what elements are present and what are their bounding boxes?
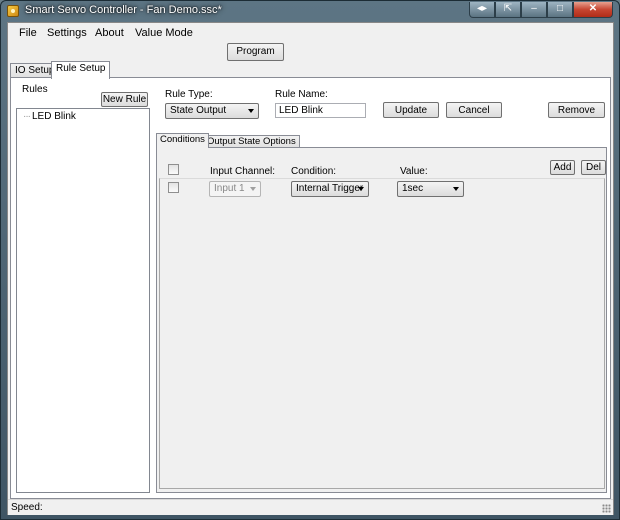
delete-condition-button[interactable]: Del — [581, 160, 606, 175]
cancel-button[interactable]: Cancel — [446, 102, 502, 118]
rules-tree[interactable]: ··· LED Blink — [16, 108, 150, 493]
program-button[interactable]: Program — [227, 43, 284, 61]
title-bar[interactable]: Smart Servo Controller - Fan Demo.ssc* ◂… — [1, 1, 619, 21]
window-title: Smart Servo Controller - Fan Demo.ssc* — [25, 4, 222, 16]
new-rule-button[interactable]: New Rule — [101, 92, 148, 107]
menu-settings[interactable]: Settings — [47, 27, 87, 39]
menu-about[interactable]: About — [95, 27, 124, 39]
app-window: Smart Servo Controller - Fan Demo.ssc* ◂… — [0, 0, 620, 520]
menu-bar: File Settings About Value Mode — [8, 23, 613, 43]
chevron-down-icon — [453, 187, 459, 191]
condition-header: Condition: — [291, 166, 337, 177]
value-select[interactable]: 1sec — [397, 181, 464, 197]
conditions-page: Input Channel: Condition: Value: Add Del… — [156, 147, 607, 493]
tree-connector-icon: ··· — [23, 111, 31, 122]
menu-value-mode[interactable]: Value Mode — [135, 27, 193, 39]
tab-conditions[interactable]: Conditions — [156, 133, 209, 148]
rule-type-select[interactable]: State Output — [165, 103, 259, 119]
condition-row-checkbox[interactable] — [168, 182, 179, 193]
speed-status: Speed: — [11, 502, 43, 513]
maximize-button[interactable]: □ — [547, 2, 573, 18]
rule-type-label: Rule Type: — [165, 89, 213, 100]
select-all-checkbox[interactable] — [168, 164, 179, 175]
rule-name-label: Rule Name: — [275, 89, 328, 100]
value-header: Value: — [400, 166, 428, 177]
input-channel-select: Input 1 — [209, 181, 261, 197]
status-bar: Speed: — [8, 499, 613, 515]
tab-rule-setup[interactable]: Rule Setup — [51, 61, 111, 79]
add-condition-button[interactable]: Add — [550, 160, 575, 175]
close-button[interactable]: ✕ — [573, 2, 613, 18]
chevron-down-icon — [250, 187, 256, 191]
menu-file[interactable]: File — [19, 27, 37, 39]
extra-caption-button-2[interactable]: ⇱ — [495, 2, 521, 18]
resize-grip-icon[interactable] — [602, 504, 611, 513]
client-area: File Settings About Value Mode Program I… — [7, 22, 614, 515]
conditions-list: Input 1 Internal Trigger 1sec — [159, 178, 605, 489]
rule-item-label: LED Blink — [32, 111, 76, 122]
rule-type-value: State Output — [170, 105, 227, 116]
chevron-down-icon — [358, 187, 364, 191]
input-channel-header: Input Channel: — [210, 166, 276, 177]
rule-item-led-blink[interactable]: ··· LED Blink — [23, 111, 76, 122]
app-icon — [7, 5, 19, 17]
caption-buttons: ◂▸ ⇱ – □ ✕ — [469, 2, 613, 18]
rule-name-input[interactable] — [275, 103, 366, 118]
rules-label: Rules — [22, 84, 48, 95]
rule-setup-page: Rules New Rule ··· LED Blink Rule Type: S… — [10, 77, 611, 499]
chevron-down-icon — [248, 109, 254, 113]
condition-select[interactable]: Internal Trigger — [291, 181, 369, 197]
input-channel-value: Input 1 — [214, 183, 245, 194]
update-button[interactable]: Update — [383, 102, 439, 118]
value-value: 1sec — [402, 183, 424, 194]
condition-value: Internal Trigger — [296, 183, 364, 194]
minimize-button[interactable]: – — [521, 2, 547, 18]
remove-button[interactable]: Remove — [548, 102, 605, 118]
extra-caption-button-1[interactable]: ◂▸ — [469, 2, 495, 18]
